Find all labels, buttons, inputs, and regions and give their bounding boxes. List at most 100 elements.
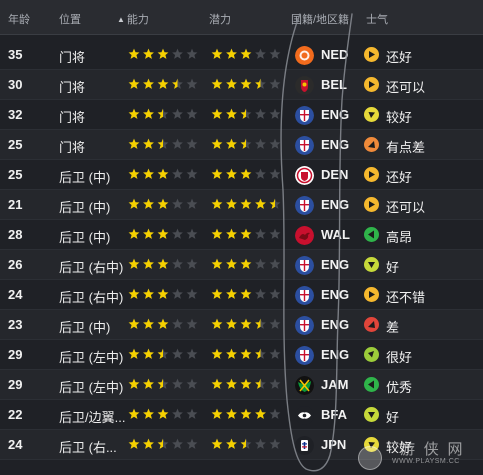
star-icon [143, 318, 154, 329]
morale-text: 差 [386, 320, 400, 335]
japan-flag-icon[interactable] [295, 436, 314, 455]
star-icon [186, 48, 198, 59]
table-row[interactable]: 29 后卫 (左中) JAM 优秀 [0, 370, 483, 400]
morale-arrow-icon [364, 137, 379, 152]
table-row[interactable]: 22 后卫/边翼... BFA 好 [0, 400, 483, 430]
england-flag-icon[interactable] [295, 286, 314, 305]
column-header-age[interactable]: 年龄 [8, 11, 30, 27]
potential-rating [211, 197, 285, 213]
england-flag-icon[interactable] [295, 106, 314, 125]
morale-text: 优秀 [386, 380, 413, 395]
star-icon [269, 198, 281, 209]
star-icon [157, 258, 169, 269]
column-header-morale[interactable]: 士气 [366, 11, 388, 27]
nationality-code[interactable]: NED [321, 47, 348, 62]
column-header-potential[interactable]: 潜力 [209, 11, 231, 27]
table-row[interactable]: 28 后卫 (中) WAL 高昂 [0, 220, 483, 250]
morale-text: 还不错 [386, 290, 426, 305]
star-icon [172, 48, 183, 59]
england-flag-icon[interactable] [295, 316, 314, 335]
player-position: 门将 [59, 50, 86, 65]
morale-arrow-icon [364, 167, 379, 182]
england-flag-icon[interactable] [295, 346, 314, 365]
star-icon [269, 408, 281, 419]
player-age: 25 [8, 137, 23, 152]
star-icon [143, 258, 154, 269]
potential-rating [211, 347, 285, 363]
table-row[interactable]: 21 后卫 (中) ENG 还可以 [0, 190, 483, 220]
nationality-code[interactable]: ENG [321, 107, 349, 122]
star-icon [269, 78, 281, 89]
table-row[interactable]: 35 门将 NED 还好 [0, 40, 483, 70]
column-header-position[interactable]: 位置 [59, 11, 81, 27]
player-position: 后卫 (右中) [59, 290, 124, 305]
morale-text: 还好 [386, 170, 413, 185]
star-icon [255, 228, 266, 239]
morale-text: 还可以 [386, 80, 426, 95]
table-row[interactable]: 23 后卫 (中) ENG 差 [0, 310, 483, 340]
nationality-code[interactable]: ENG [321, 317, 349, 332]
star-icon [186, 108, 198, 119]
nationality-code[interactable]: DEN [321, 167, 348, 182]
table-row[interactable]: 25 后卫 (中) DEN 还好 [0, 160, 483, 190]
player-position: 后卫 (右中) [59, 260, 124, 275]
star-icon [240, 168, 252, 179]
potential-stars [211, 138, 281, 149]
potential-rating [211, 407, 285, 423]
table-row[interactable]: 29 后卫 (左中) ENG 很好 [0, 340, 483, 370]
potential-rating [211, 137, 285, 153]
denmark-flag-icon[interactable] [295, 166, 314, 185]
star-icon [186, 408, 198, 419]
star-icon [143, 408, 154, 419]
england-flag-icon[interactable] [295, 136, 314, 155]
table-header: 年龄 位置 ▲ 能力 潜力 国籍/地区籍 士气 [0, 0, 483, 35]
nationality-code[interactable]: ENG [321, 287, 349, 302]
nationality-code[interactable]: ENG [321, 197, 349, 212]
jamaica-flag-icon[interactable] [295, 376, 314, 395]
table-row[interactable]: 32 门将 ENG 较好 [0, 100, 483, 130]
nationality-code[interactable]: BEL [321, 77, 347, 92]
nationality-code[interactable]: ENG [321, 347, 349, 362]
potential-rating [211, 257, 285, 273]
potential-rating [211, 77, 285, 93]
ability-rating [128, 407, 202, 423]
nationality-code[interactable]: ENG [321, 257, 349, 272]
nationality-code[interactable]: JPN [321, 437, 346, 452]
potential-stars [211, 348, 281, 359]
table-row[interactable]: 30 门将 BEL 还可以 [0, 70, 483, 100]
star-icon [211, 138, 223, 149]
star-icon [255, 48, 266, 59]
nationality-code[interactable]: ENG [321, 137, 349, 152]
star-icon [240, 348, 252, 359]
morale-text: 好 [386, 410, 400, 425]
star-icon [269, 228, 281, 239]
star-icon [172, 228, 183, 239]
star-icon [226, 408, 237, 419]
ability-rating [128, 197, 202, 213]
star-icon [240, 258, 252, 269]
potential-stars [211, 288, 281, 299]
england-flag-icon[interactable] [295, 256, 314, 275]
netherlands-flag-icon[interactable] [295, 46, 314, 65]
table-row[interactable]: 24 后卫 (右中) ENG 还不错 [0, 280, 483, 310]
star-icon [226, 198, 237, 209]
nationality-code[interactable]: JAM [321, 377, 348, 392]
potential-stars [211, 78, 281, 89]
star-icon [255, 378, 266, 389]
column-header-nationality[interactable]: 国籍/地区籍 [291, 11, 349, 27]
ability-rating [128, 227, 202, 243]
potential-stars [211, 198, 281, 209]
burkina-flag-icon[interactable] [295, 406, 314, 425]
star-icon [240, 108, 252, 119]
star-icon [269, 48, 281, 59]
table-row[interactable]: 26 后卫 (右中) ENG 好 [0, 250, 483, 280]
star-icon [211, 408, 223, 419]
column-header-ability[interactable]: ▲ 能力 [117, 11, 149, 27]
table-row[interactable]: 25 门将 ENG 有点差 [0, 130, 483, 160]
nationality-code[interactable]: BFA [321, 407, 347, 422]
wales-flag-icon[interactable] [295, 226, 314, 245]
england-flag-icon[interactable] [295, 196, 314, 215]
potential-stars [211, 378, 281, 389]
nationality-code[interactable]: WAL [321, 227, 350, 242]
belgium-flag-icon[interactable] [295, 76, 314, 95]
